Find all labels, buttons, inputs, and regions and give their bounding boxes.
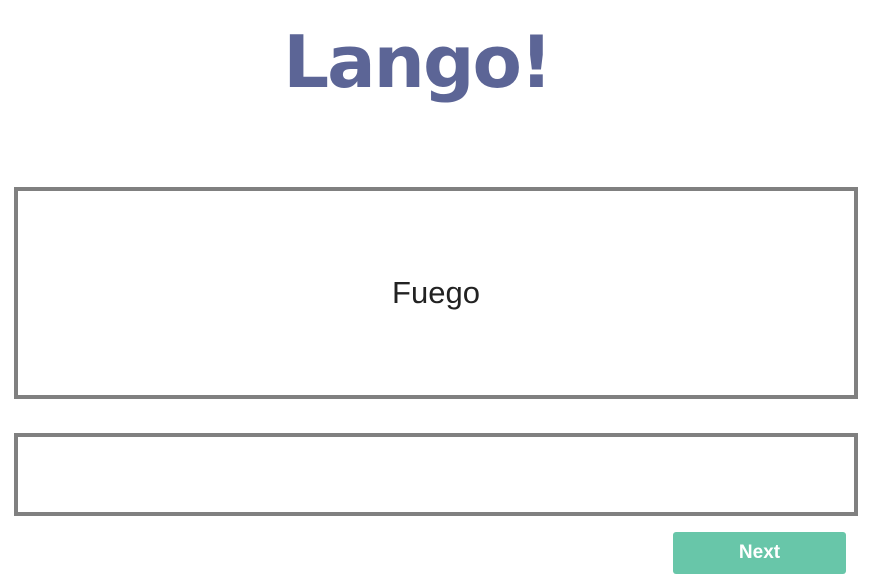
next-button[interactable]: Next	[673, 532, 846, 574]
app-logo: Lango!	[283, 20, 553, 104]
prompt-card: Fuego	[14, 187, 858, 399]
prompt-word: Fuego	[392, 275, 480, 310]
answer-box[interactable]	[14, 433, 858, 516]
answer-input[interactable]	[18, 437, 854, 512]
